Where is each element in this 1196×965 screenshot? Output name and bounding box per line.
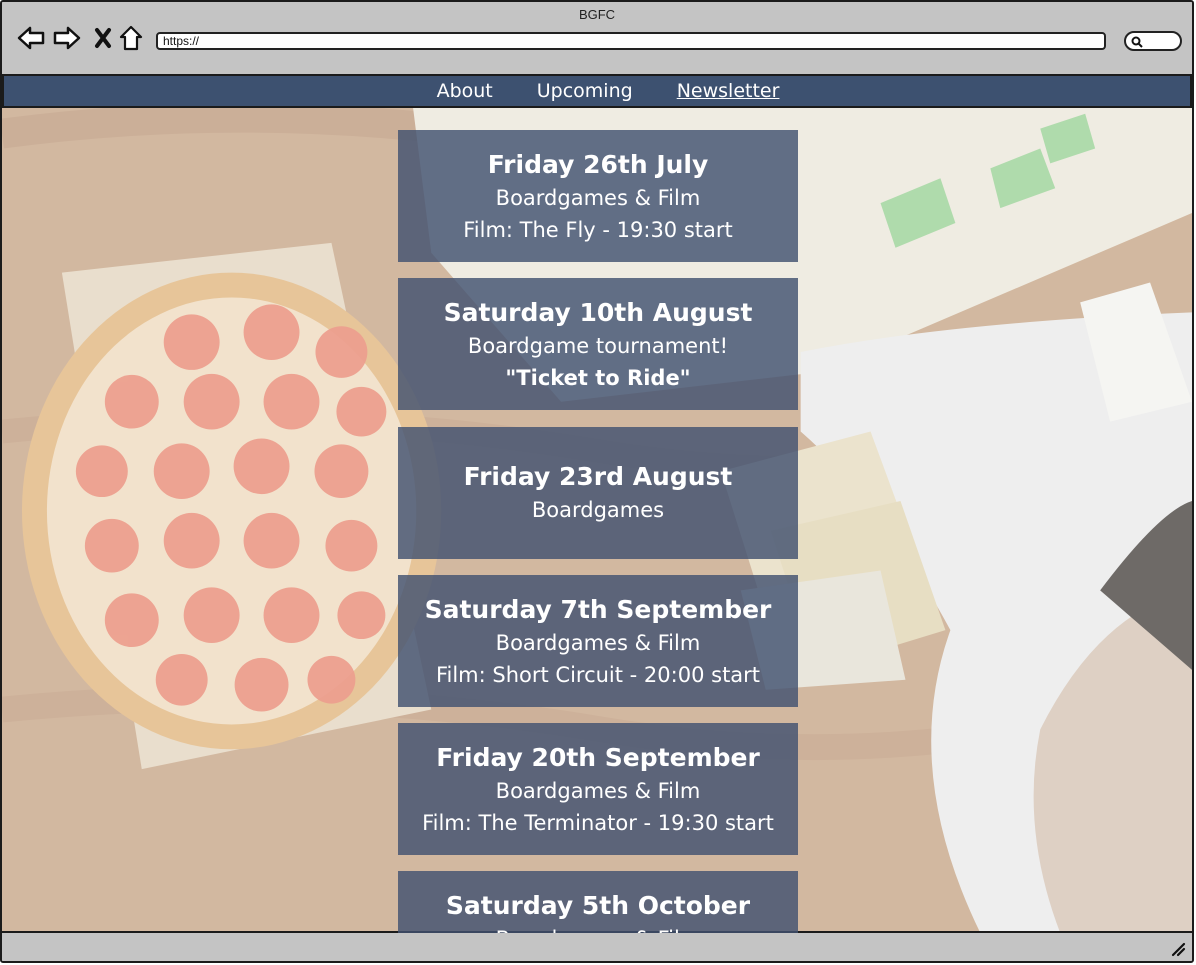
nav-upcoming[interactable]: Upcoming (537, 80, 633, 102)
event-line: Boardgames & Film (495, 186, 701, 210)
event-line: Film: The Terminator - 19:30 start (422, 811, 774, 835)
event-line: Boardgames (531, 498, 665, 522)
event-line: Boardgames & Film (495, 779, 701, 803)
event-card: Friday 23rd August Boardgames (398, 427, 798, 559)
event-line: "Ticket to Ride" (505, 366, 691, 390)
event-line: Boardgames & Film (495, 631, 701, 655)
event-date: Friday 26th July (487, 150, 709, 179)
site-navbar: About Upcoming Newsletter (2, 74, 1192, 108)
forward-icon[interactable] (52, 22, 82, 54)
nav-about[interactable]: About (437, 80, 493, 102)
close-icon[interactable] (88, 22, 118, 54)
event-date: Saturday 5th October (445, 891, 751, 920)
event-date: Friday 23rd August (463, 462, 733, 491)
url-bar[interactable]: https:// (156, 32, 1106, 50)
page-content: About Upcoming Newsletter Friday 26th Ju… (2, 74, 1192, 933)
event-line: Boardgames & Film (398, 923, 798, 933)
search-icon (1131, 36, 1143, 48)
event-card: Friday 20th September Boardgames & Film … (398, 723, 798, 855)
home-icon[interactable] (116, 22, 146, 54)
event-card: Saturday 10th August Boardgame tournamen… (398, 278, 798, 410)
event-line: Film: The Fly - 19:30 start (463, 218, 733, 242)
browser-chrome: BGFC https:// (2, 2, 1192, 76)
browser-window: BGFC https:// About Upcoming Newsletter … (0, 0, 1194, 963)
nav-newsletter[interactable]: Newsletter (677, 80, 780, 102)
event-date: Saturday 10th August (443, 298, 753, 327)
event-date: Saturday 7th September (424, 595, 772, 624)
search-box[interactable] (1124, 31, 1182, 51)
event-line: Film: Short Circuit - 20:00 start (435, 663, 761, 687)
event-card: Saturday 7th September Boardgames & Film… (398, 575, 798, 707)
event-date: Friday 20th September (436, 743, 760, 772)
event-card: Saturday 5th October Boardgames & Film (398, 871, 798, 933)
status-bar (2, 931, 1192, 961)
back-icon[interactable] (16, 22, 46, 54)
event-card: Friday 26th July Boardgames & Film Film:… (398, 130, 798, 262)
resize-grip-icon[interactable] (1170, 941, 1186, 957)
window-title: BGFC (578, 7, 616, 22)
event-line: Boardgame tournament! (467, 334, 729, 358)
